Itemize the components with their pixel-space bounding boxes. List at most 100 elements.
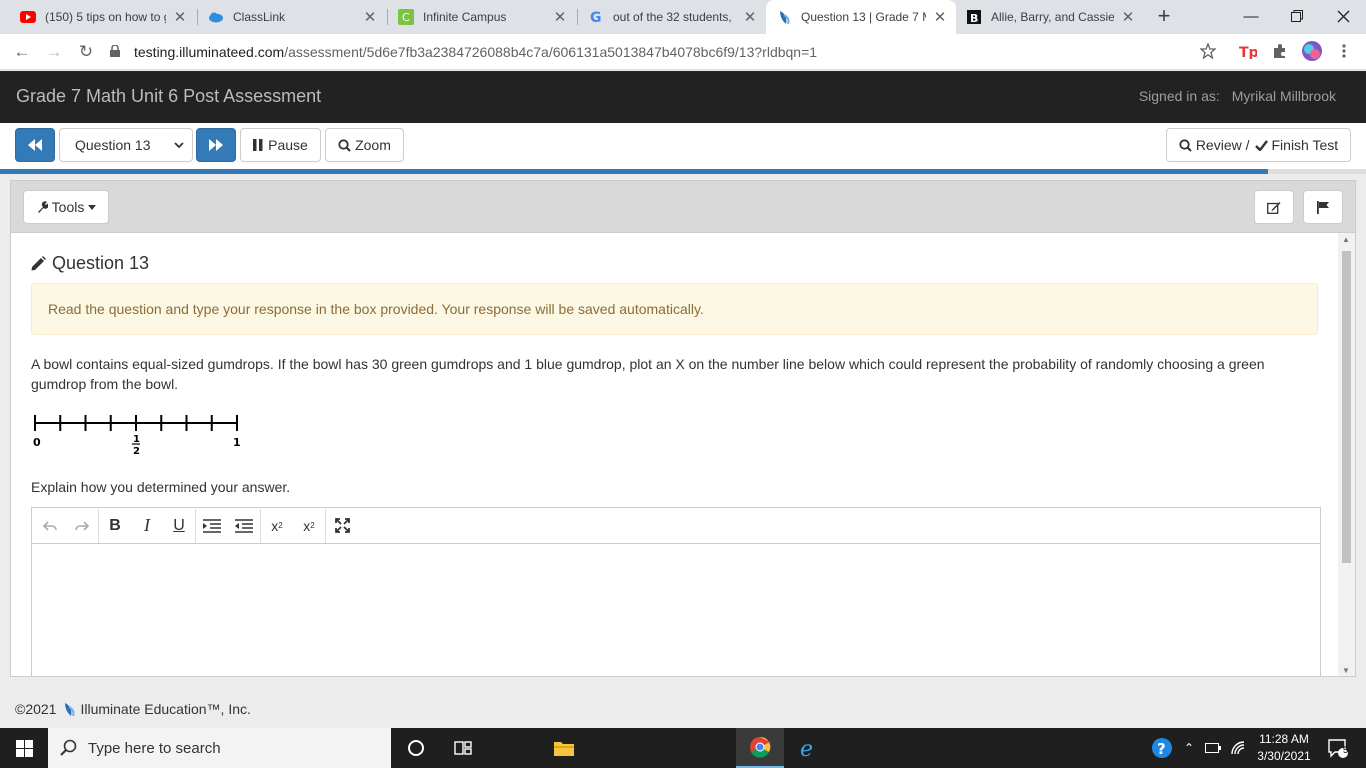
tab-title: (150) 5 tips on how to g (45, 10, 166, 24)
extensions-puzzle-icon[interactable] (1270, 41, 1290, 61)
chevron-down-icon (174, 141, 184, 148)
response-text-area[interactable] (32, 544, 1320, 676)
wifi-icon[interactable] (1226, 728, 1250, 768)
close-icon[interactable]: ✕ (172, 9, 188, 26)
redo-icon[interactable] (66, 509, 98, 543)
user-name: Myrikal Millbrook (1231, 88, 1336, 104)
file-explorer-icon[interactable] (540, 728, 588, 768)
chrome-taskbar-icon[interactable] (736, 728, 784, 768)
signed-in-info: Signed in as: Myrikal Millbrook (1139, 88, 1336, 104)
cortana-icon[interactable] (392, 728, 440, 768)
battery-icon[interactable] (1201, 728, 1225, 768)
chevron-up-icon[interactable]: ⌃ (1178, 728, 1200, 768)
scroll-down-icon[interactable]: ▼ (1342, 666, 1350, 675)
reload-icon[interactable]: ↻ (74, 40, 98, 64)
help-icon[interactable]: ? (1142, 728, 1182, 768)
taskbar-clock[interactable]: 11:28 AM 3/30/2021 (1253, 731, 1315, 765)
copyright-text: ©2021 (15, 701, 57, 717)
browser-menu-icon[interactable] (1334, 41, 1354, 61)
forward-arrow-icon[interactable]: → (42, 40, 66, 64)
finish-label: Finish Test (1271, 137, 1339, 153)
subscript-icon[interactable]: x2 (261, 509, 293, 543)
svg-text:?: ? (1157, 740, 1166, 758)
internet-explorer-icon[interactable]: e (786, 728, 834, 768)
minimize-icon[interactable]: — (1228, 0, 1274, 32)
scroll-up-icon[interactable]: ▲ (1342, 235, 1350, 244)
tab-title: Question 13 | Grade 7 M (801, 10, 926, 24)
number-line-svg[interactable]: 0 1 2 1 (31, 411, 251, 459)
pencil-icon (31, 256, 46, 271)
search-icon (1179, 138, 1192, 152)
svg-text:Tp: Tp (1239, 45, 1257, 59)
profile-avatar-icon[interactable] (1302, 41, 1322, 61)
check-icon (1254, 139, 1268, 151)
address-bar[interactable]: testing.illuminateed.com/assessment/5d6e… (110, 38, 1226, 66)
fast-forward-icon (209, 139, 223, 151)
undo-icon[interactable] (34, 509, 66, 543)
flag-button[interactable] (1303, 190, 1343, 224)
zoom-button[interactable]: Zoom (325, 128, 404, 162)
browser-tabstrip: (150) 5 tips on how to g ✕ ClassLink ✕ C… (0, 0, 1366, 34)
edit-note-icon (1267, 201, 1281, 214)
tab-youtube[interactable]: (150) 5 tips on how to g ✕ (10, 0, 196, 34)
close-icon[interactable]: ✕ (932, 9, 948, 26)
label-half-numerator: 1 (133, 434, 140, 445)
infinite-campus-icon: C (398, 9, 414, 25)
superscript-icon[interactable]: x2 (293, 509, 325, 543)
tab-google[interactable]: G out of the 32 students, ✕ (578, 0, 766, 34)
italic-icon[interactable]: I (131, 509, 163, 543)
close-icon[interactable]: ✕ (362, 9, 378, 26)
zoom-label: Zoom (355, 137, 391, 153)
assessment-title: Grade 7 Math Unit 6 Post Assessment (16, 86, 322, 106)
tab-title: Infinite Campus (423, 10, 507, 24)
scrollbar-thumb[interactable] (1342, 251, 1351, 563)
caret-down-icon (88, 204, 97, 210)
tab-classlink[interactable]: ClassLink ✕ (198, 0, 386, 34)
number-line[interactable]: 0 1 2 1 (31, 411, 251, 462)
star-icon[interactable] (1198, 41, 1218, 61)
review-finish-button[interactable]: Review / Finish Test (1166, 128, 1351, 162)
close-icon[interactable]: ✕ (742, 9, 758, 26)
label-zero: 0 (33, 436, 41, 449)
clock-time: 11:28 AM (1259, 732, 1309, 746)
outdent-icon[interactable] (228, 509, 260, 543)
question-title: Question 13 (52, 253, 150, 273)
review-label: Review / (1195, 137, 1250, 153)
search-icon (60, 739, 77, 756)
indent-icon[interactable] (196, 509, 228, 543)
close-icon[interactable]: ✕ (1120, 9, 1136, 26)
notes-button[interactable] (1254, 190, 1294, 224)
task-view-icon[interactable] (440, 728, 488, 768)
question-select[interactable]: Question 13 (59, 128, 193, 162)
lock-icon (110, 43, 124, 60)
close-icon[interactable]: ✕ (552, 9, 568, 26)
previous-question-button[interactable] (15, 128, 55, 162)
underline-icon[interactable]: U (163, 509, 195, 543)
progress-bar (0, 169, 1366, 174)
svg-text:G: G (590, 10, 602, 25)
flag-icon (1316, 200, 1329, 214)
brainly-icon: B (966, 9, 982, 25)
notifications-icon[interactable]: 5 (1318, 728, 1358, 768)
tab-brainly[interactable]: B Allie, Barry, and Cassie ✕ (956, 0, 1144, 34)
tab-question-13[interactable]: Question 13 | Grade 7 M ✕ (766, 0, 956, 34)
tab-infinite-campus[interactable]: C Infinite Campus ✕ (388, 0, 576, 34)
instructions-alert: Read the question and type your response… (31, 283, 1318, 335)
tools-dropdown-button[interactable]: Tools (23, 190, 109, 224)
browser-toolbar: ← → ↻ testing.illuminateed.com/assessmen… (0, 34, 1366, 70)
back-arrow-icon[interactable]: ← (10, 40, 34, 64)
google-icon: G (588, 9, 604, 25)
bold-icon[interactable]: B (99, 509, 131, 543)
restore-icon[interactable] (1274, 0, 1320, 32)
taskbar-search-placeholder: Type here to search (88, 739, 221, 757)
next-question-button[interactable] (196, 128, 236, 162)
taskbar-search[interactable]: Type here to search (48, 728, 391, 768)
windows-start-icon[interactable] (0, 728, 48, 768)
window-close-icon[interactable] (1320, 0, 1366, 32)
pause-button[interactable]: Pause (240, 128, 321, 162)
fullscreen-icon[interactable] (326, 509, 358, 543)
panel-scrollbar[interactable]: ▲ ▼ (1338, 233, 1355, 676)
company-name: Illuminate Education™, Inc. (80, 701, 251, 717)
extension-tp-icon[interactable]: Tp (1238, 41, 1258, 61)
new-tab-button[interactable]: + (1152, 5, 1176, 29)
